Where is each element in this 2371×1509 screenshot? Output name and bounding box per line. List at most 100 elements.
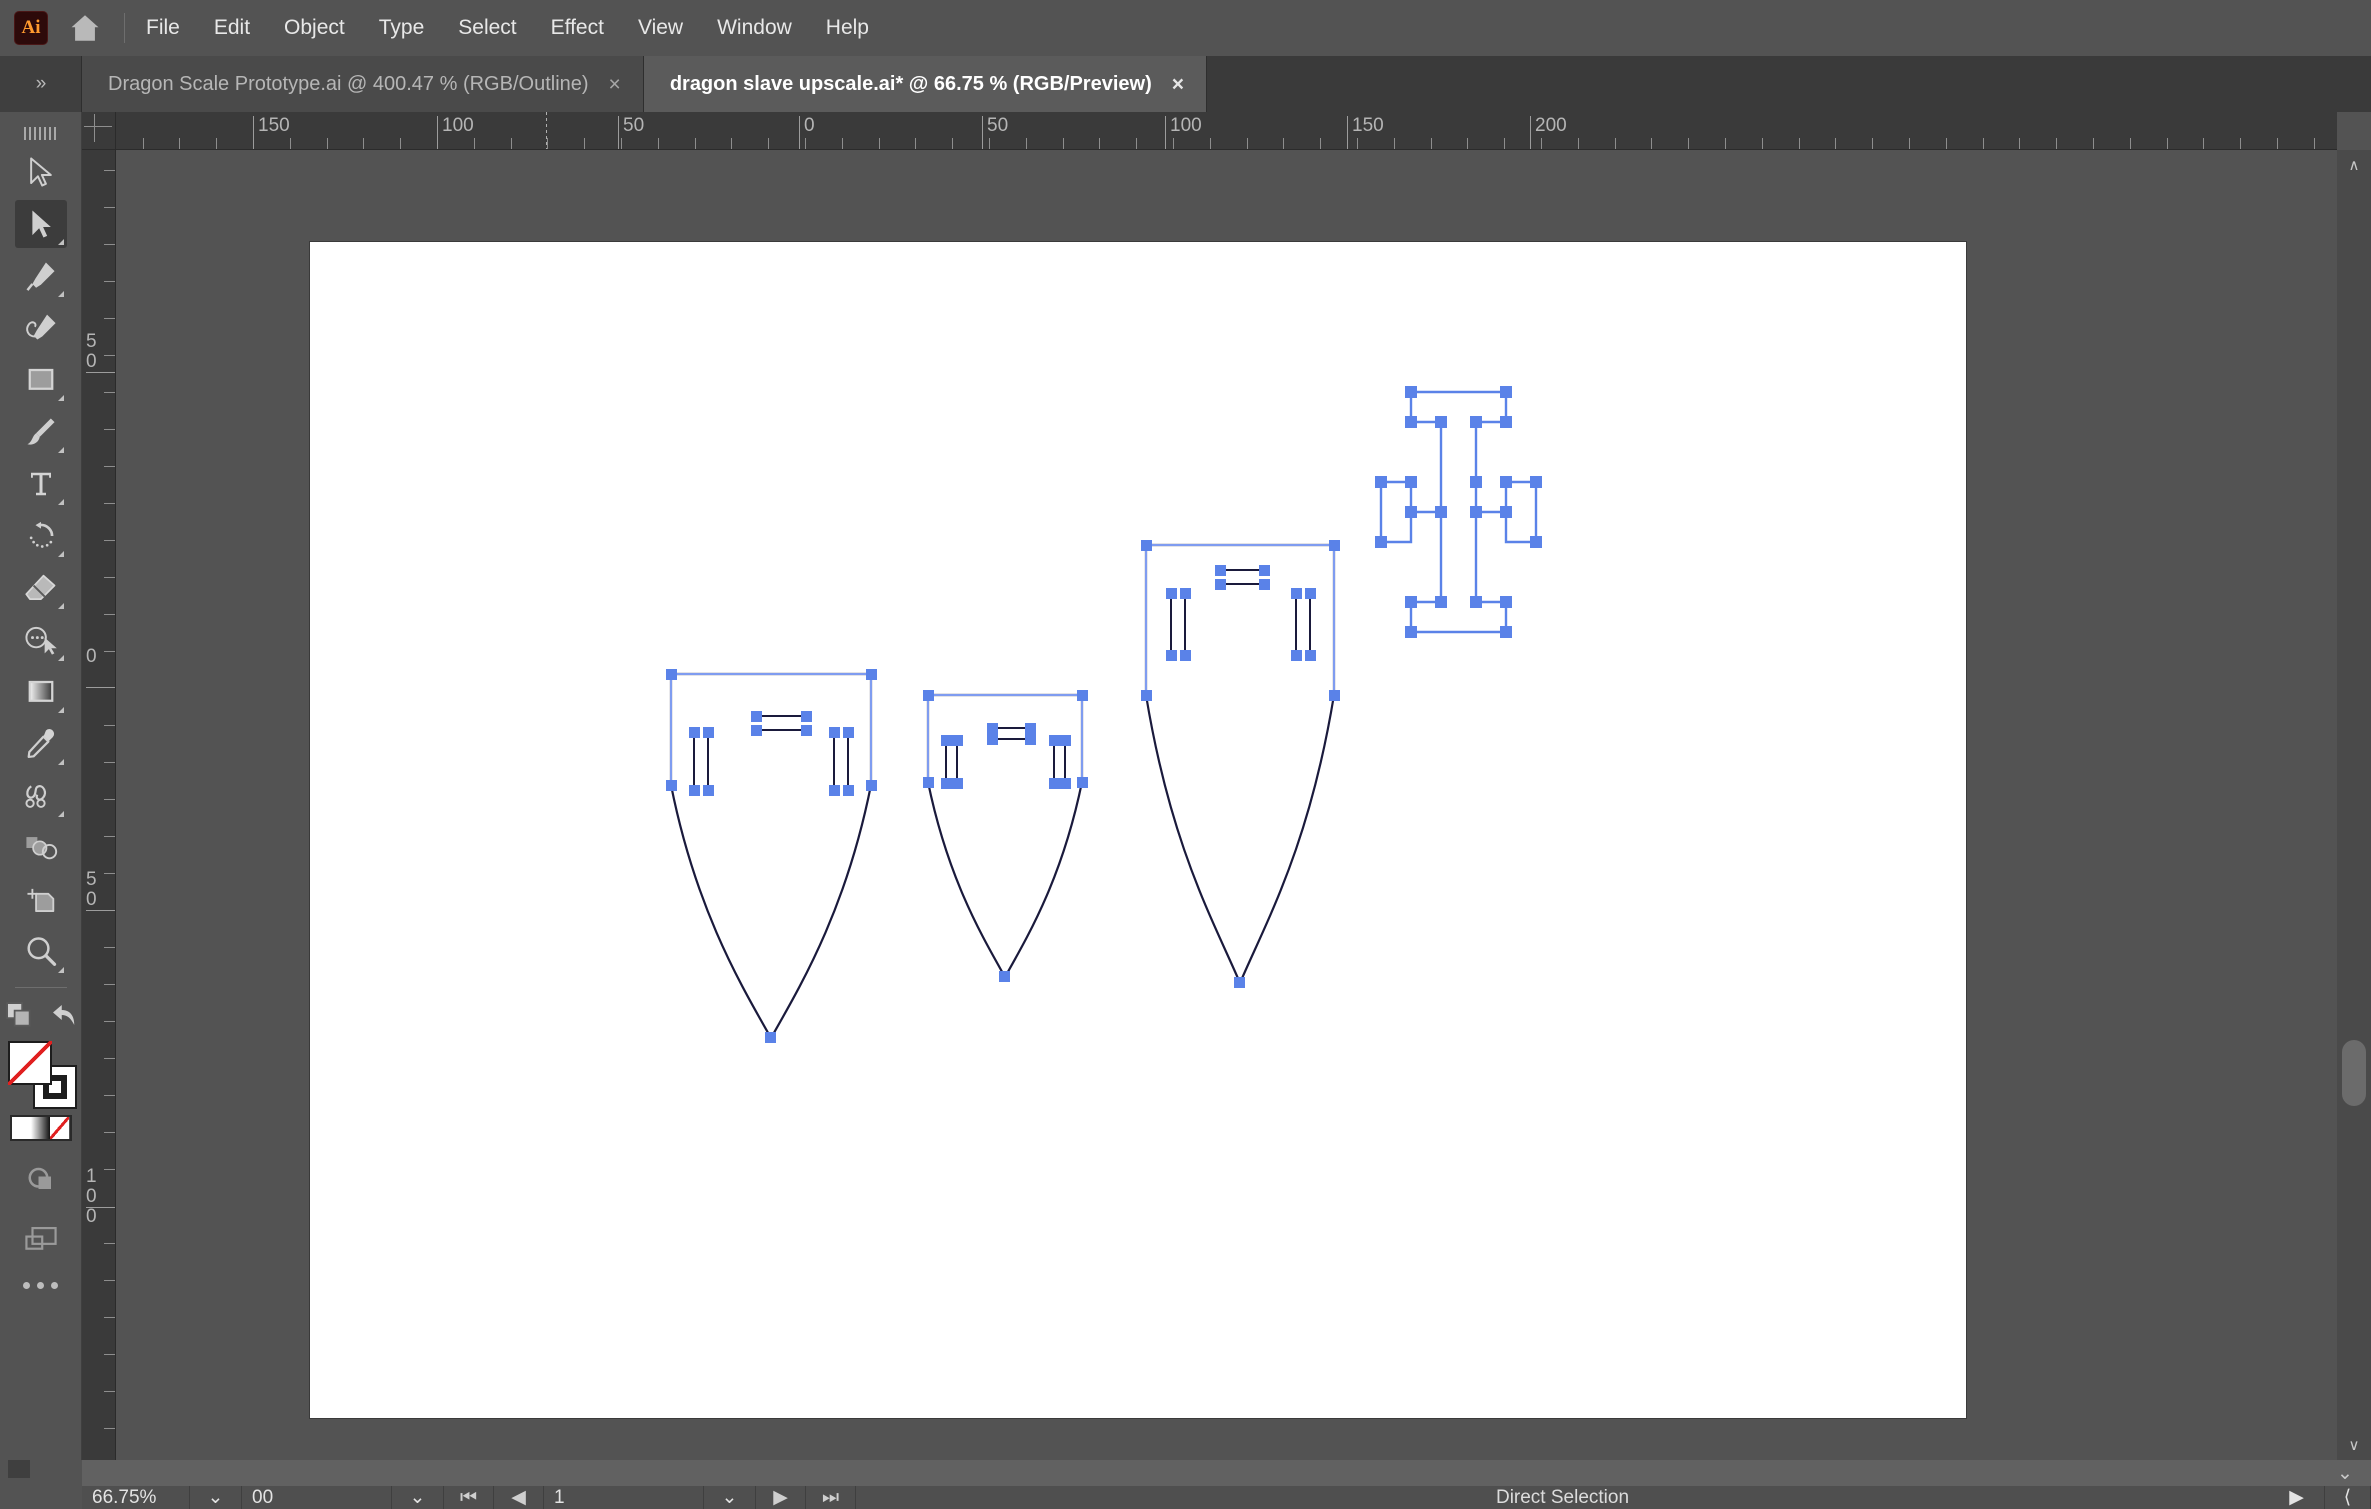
home-icon[interactable] <box>62 5 108 51</box>
tab-dragon-slave-upscale[interactable]: dragon slave upscale.ai* @ 66.75 % (RGB/… <box>643 56 1208 112</box>
drawing-modes-icon[interactable] <box>15 1155 67 1203</box>
artboard-tool[interactable] <box>15 876 67 924</box>
scroll-down-icon[interactable]: ∨ <box>2337 1430 2371 1460</box>
scroll-up-icon[interactable]: ∧ <box>2337 150 2371 180</box>
selection-tool[interactable] <box>15 148 67 196</box>
anchor-points-cross <box>1375 386 1542 638</box>
ruler-minor-tick <box>104 355 115 356</box>
document-tab-bar: » Dragon Scale Prototype.ai @ 400.47 % (… <box>0 56 2371 112</box>
paintbrush-tool[interactable] <box>15 408 67 456</box>
eyedropper-tool[interactable] <box>15 720 67 768</box>
ruler-minor-tick <box>104 799 115 800</box>
tool-flyout-indicator[interactable] <box>57 291 64 297</box>
ruler-minor-tick <box>104 1243 115 1244</box>
status-bar-track: ⌄ 66.75% ⌄ 00 ⌄ ⏮ ◀ 1 ⌄ ▶ ⏭ Direct Selec… <box>82 1460 2371 1509</box>
ruler-minor-tick <box>621 138 622 149</box>
nav-last-button[interactable]: ⏭ <box>806 1486 856 1509</box>
nav-next-button[interactable]: ▶ <box>756 1486 806 1509</box>
panel-expand-button[interactable]: » <box>0 56 82 112</box>
ruler-minor-tick <box>104 1354 115 1355</box>
page-dropdown-icon[interactable]: ⌄ <box>704 1486 756 1509</box>
menu-item-help[interactable]: Help <box>809 10 886 46</box>
fill-stroke-control[interactable] <box>6 1041 77 1109</box>
close-icon[interactable]: × <box>609 74 621 95</box>
menu-item-window[interactable]: Window <box>700 10 809 46</box>
ruler-origin-corner[interactable] <box>82 112 116 150</box>
shield-2[interactable] <box>923 690 1088 982</box>
canvas-area[interactable] <box>116 150 2337 1460</box>
zoom-dropdown-icon[interactable]: ⌄ <box>190 1486 242 1509</box>
rotate-tool[interactable] <box>15 512 67 560</box>
shield-1[interactable] <box>666 669 877 1043</box>
illustrator-window: Ai File Edit Object Type Select Effect V… <box>0 0 2371 1509</box>
blend-tool[interactable] <box>15 772 67 820</box>
more-tools-button[interactable] <box>23 1282 58 1289</box>
zoom-tool[interactable] <box>15 928 67 976</box>
gradient-tool[interactable] <box>15 668 67 716</box>
screen-mode-icon[interactable] <box>15 1215 67 1263</box>
menu-item-select[interactable]: Select <box>441 10 533 46</box>
vertical-scrollbar[interactable]: ∧ ∨ <box>2337 150 2371 1460</box>
curvature-tool[interactable] <box>15 304 67 352</box>
ruler-guide-marker <box>546 112 547 149</box>
status-bar-grip-icon[interactable]: ⟨ <box>2325 1486 2371 1509</box>
direct-selection-tool[interactable] <box>14 200 67 248</box>
panel-collapse-icon[interactable]: ⌄ <box>2319 1460 2371 1486</box>
ruler-minor-tick <box>363 138 364 149</box>
free-transform-tool[interactable] <box>15 824 67 872</box>
tool-flyout-indicator[interactable] <box>57 811 64 817</box>
cross-outline[interactable] <box>1375 386 1542 638</box>
tool-flyout-indicator[interactable] <box>57 239 64 245</box>
menu-item-effect[interactable]: Effect <box>534 10 621 46</box>
close-icon[interactable]: × <box>1172 74 1184 95</box>
nav-prev-button[interactable]: ◀ <box>494 1486 544 1509</box>
undo-arrow-icon[interactable] <box>48 1000 78 1035</box>
ruler-label: 50 <box>86 869 97 910</box>
horizontal-ruler[interactable]: 150 100 50 0 50 100 150 200 <box>116 112 2337 150</box>
ruler-minor-tick <box>547 138 548 149</box>
vertical-ruler[interactable]: 50 0 50 100 <box>82 150 116 1460</box>
horizontal-scrollbar[interactable] <box>82 1460 2371 1486</box>
menu-item-view[interactable]: View <box>621 10 700 46</box>
tab-dragon-scale-prototype[interactable]: Dragon Scale Prototype.ai @ 400.47 % (RG… <box>82 56 644 112</box>
tool-flyout-indicator[interactable] <box>57 967 64 973</box>
tool-flyout-indicator[interactable] <box>57 603 64 609</box>
eraser-tool[interactable] <box>15 564 67 612</box>
shape-builder-tool[interactable] <box>15 616 67 664</box>
gradient-swatch[interactable] <box>30 1117 51 1139</box>
artboard-dropdown-icon[interactable]: ⌄ <box>392 1486 444 1509</box>
page-number-field[interactable]: 1 <box>544 1486 704 1509</box>
tool-flyout-indicator[interactable] <box>57 707 64 713</box>
menu-item-file[interactable]: File <box>129 10 197 46</box>
menu-item-type[interactable]: Type <box>362 10 442 46</box>
shield-3[interactable] <box>1141 540 1340 988</box>
artwork-layer[interactable] <box>116 150 2337 1460</box>
tool-flyout-indicator[interactable] <box>57 551 64 557</box>
type-tool[interactable] <box>15 460 67 508</box>
menu-item-edit[interactable]: Edit <box>197 10 267 46</box>
nav-first-button[interactable]: ⏮ <box>444 1486 494 1509</box>
none-swatch[interactable] <box>50 1117 70 1139</box>
fill-swatch[interactable] <box>7 1041 52 1085</box>
pen-tool[interactable] <box>15 252 67 300</box>
ruler-minor-tick <box>104 836 115 837</box>
play-icon[interactable]: ▶ <box>2269 1486 2325 1509</box>
status-bar-row: 66.75% ⌄ 00 ⌄ ⏮ ◀ 1 ⌄ ▶ ⏭ Direct Selecti… <box>82 1486 2371 1509</box>
ruler-minor-tick <box>2203 138 2204 149</box>
tool-flyout-indicator[interactable] <box>57 499 64 505</box>
menu-item-object[interactable]: Object <box>267 10 362 46</box>
rectangle-tool[interactable] <box>15 356 67 404</box>
toolbar-grip[interactable] <box>17 120 65 146</box>
ruler-minor-tick <box>952 138 953 149</box>
color-swatch-white[interactable] <box>11 1117 31 1139</box>
ruler-minor-tick <box>842 138 843 149</box>
tool-flyout-indicator[interactable] <box>57 759 64 765</box>
artboard-number-field[interactable]: 00 <box>242 1486 392 1509</box>
arrange-documents-icon[interactable] <box>4 1000 34 1035</box>
zoom-level-field[interactable]: 66.75% <box>82 1486 190 1509</box>
tool-flyout-indicator[interactable] <box>57 447 64 453</box>
ruler-minor-tick <box>143 138 144 149</box>
tool-flyout-indicator[interactable] <box>57 395 64 401</box>
tool-flyout-indicator[interactable] <box>57 655 64 661</box>
vertical-scroll-thumb[interactable] <box>2342 1040 2366 1106</box>
